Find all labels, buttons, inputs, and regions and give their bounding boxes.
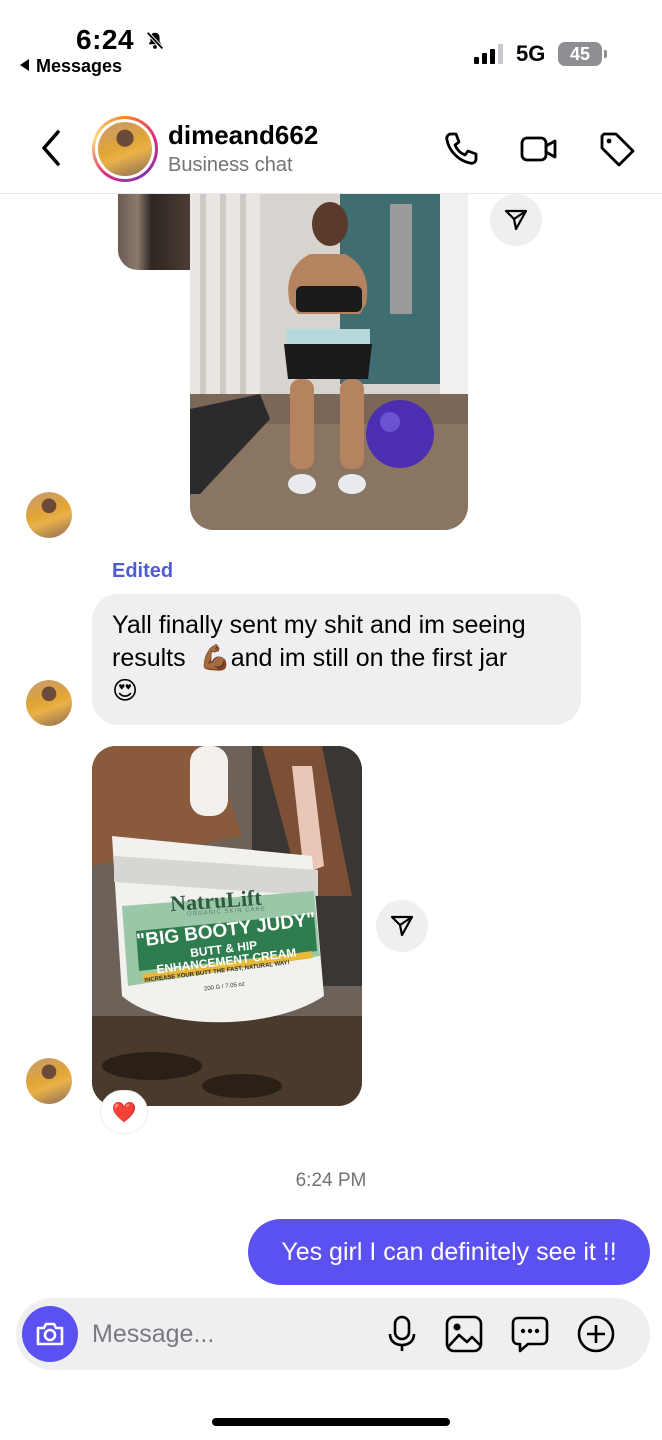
home-indicator[interactable] [212, 1418, 450, 1426]
share-photo-button[interactable] [376, 900, 428, 952]
avatar-photo [98, 122, 152, 176]
back-app-label: Messages [36, 56, 123, 76]
camera-button[interactable] [22, 1306, 78, 1362]
camera-icon [36, 1322, 64, 1346]
avatar[interactable] [92, 116, 158, 182]
product-photo[interactable]: NatruLift ORGANIC SKIN CARE "BIG BOOTY J… [92, 746, 362, 1106]
flexed-biceps-emoji: 💪🏾 [199, 644, 231, 672]
message-line-2-start: results [112, 644, 186, 672]
back-to-app-link[interactable]: Messages [20, 56, 122, 77]
battery-indicator: 45 [558, 42, 602, 66]
battery-nub [604, 50, 607, 58]
image-icon[interactable] [444, 1314, 484, 1354]
message-composer [16, 1298, 650, 1370]
chevron-left-icon[interactable] [36, 128, 66, 168]
send-icon [504, 209, 528, 231]
signal-icon [474, 44, 503, 64]
outgoing-message-bubble[interactable]: Yes girl I can definitely see it !! [248, 1219, 650, 1285]
microphone-icon[interactable] [382, 1314, 422, 1354]
heart-eyes-emoji: 😍 [112, 677, 139, 705]
gym-photo-image [190, 194, 468, 530]
send-icon [390, 915, 414, 937]
video-camera-icon[interactable] [520, 130, 558, 168]
gym-photo[interactable] [190, 194, 468, 530]
status-time: 6:24 [76, 24, 135, 55]
network-type: 5G [516, 41, 546, 66]
incoming-message-bubble[interactable]: Yall finally sent my shit and im seeing … [92, 594, 581, 725]
message-timestamp: 6:24 PM [295, 1170, 367, 1191]
message-line-1: Yall finally sent my shit and im seeing [112, 611, 526, 639]
back-triangle-icon [20, 59, 29, 71]
phone-icon[interactable] [442, 130, 480, 168]
tag-icon[interactable] [598, 130, 636, 168]
sender-avatar-photo [26, 492, 72, 538]
plus-circle-icon[interactable] [576, 1314, 616, 1354]
message-input[interactable] [92, 1316, 372, 1352]
chat-header: dimeand662 Business chat [0, 100, 662, 194]
heart-emoji: ❤️ [111, 1101, 137, 1124]
sender-avatar[interactable] [26, 492, 72, 538]
heart-reaction[interactable]: ❤️ [100, 1090, 148, 1134]
chat-bubble-icon[interactable] [510, 1314, 550, 1354]
edited-label: Edited [112, 560, 174, 582]
sender-avatar-photo [26, 680, 72, 726]
sender-avatar-photo [26, 1058, 72, 1104]
sender-avatar[interactable] [26, 680, 72, 726]
chat-username[interactable]: dimeand662 [168, 120, 318, 151]
message-line-2: results 💪🏾and im still on the first jar [112, 642, 561, 675]
chat-subtitle: Business chat [168, 154, 293, 176]
bell-muted-icon [146, 31, 164, 50]
message-line-2-end: and im still on the first jar [230, 644, 508, 672]
sender-avatar[interactable] [26, 1058, 72, 1104]
share-photo-button[interactable] [490, 194, 542, 246]
